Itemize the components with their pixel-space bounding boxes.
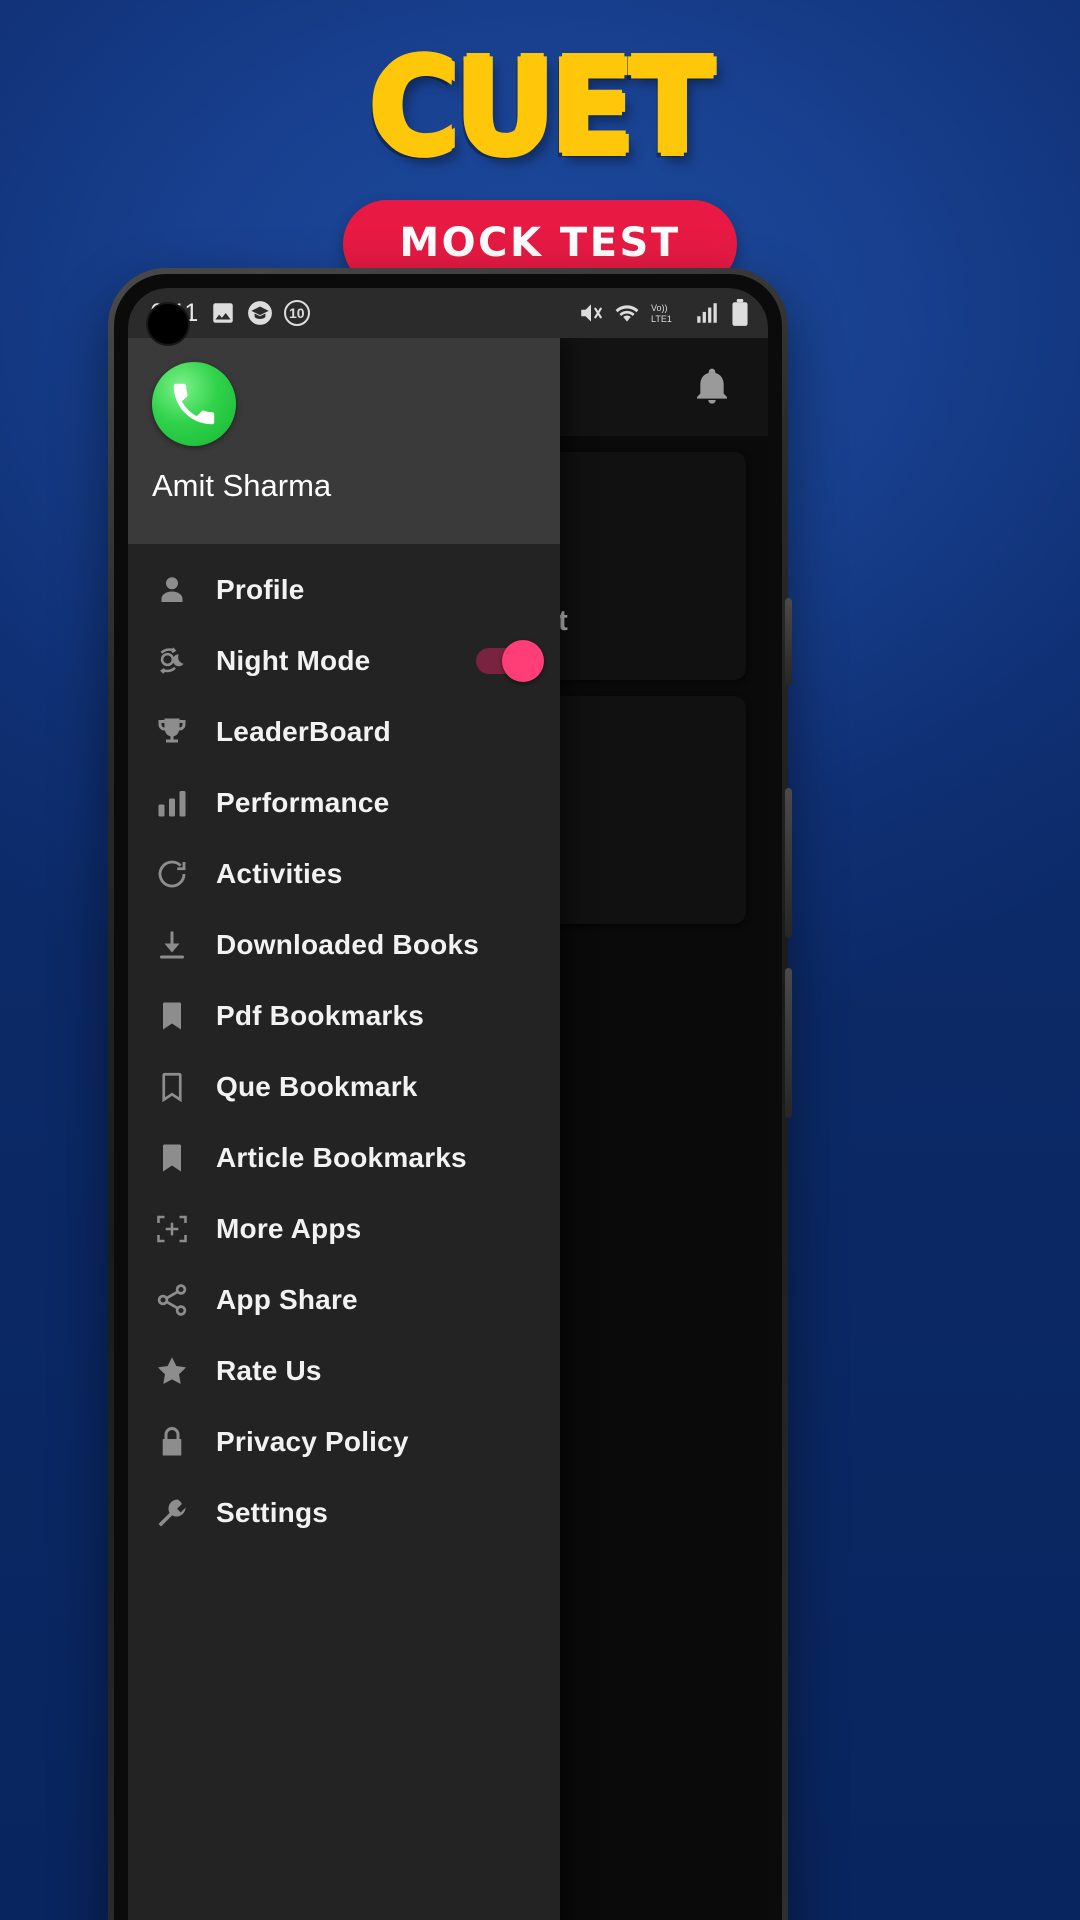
drawer-item-profile[interactable]: Profile — [128, 554, 560, 625]
refresh-icon — [154, 856, 208, 892]
toggle-knob — [502, 639, 544, 682]
phone-call-icon — [167, 377, 221, 431]
phone-inner-frame: 6:11 10 V — [114, 274, 782, 1920]
night-mode-icon — [154, 643, 208, 679]
phone-button-volume-up — [785, 788, 792, 938]
hero-header: CUET MOCK TEST — [0, 41, 1080, 288]
drawer-item-label: Profile — [216, 573, 305, 605]
mute-icon — [578, 300, 604, 326]
drawer-item-activities[interactable]: Activities — [128, 838, 560, 909]
bell-icon[interactable] — [692, 367, 732, 407]
more-apps-icon — [154, 1211, 208, 1247]
drawer-header: Amit Sharma — [128, 338, 560, 544]
lock-icon — [154, 1424, 208, 1460]
drawer-item-more-apps[interactable]: More Apps — [128, 1193, 560, 1264]
status-bar: 6:11 10 V — [128, 288, 768, 338]
wrench-icon — [154, 1495, 208, 1531]
drawer-item-label: Night Mode — [216, 644, 371, 676]
drawer-item-pdf-bookmarks[interactable]: Pdf Bookmarks — [128, 980, 560, 1051]
trophy-icon — [154, 714, 208, 750]
bookmark-filled-icon — [154, 1140, 208, 1176]
drawer-item-label: Privacy Policy — [216, 1425, 409, 1457]
bar-chart-icon — [154, 785, 208, 821]
person-icon — [154, 572, 208, 608]
image-icon — [210, 300, 236, 326]
drawer-item-label: Activities — [216, 857, 343, 889]
star-icon — [154, 1353, 208, 1389]
cuet-logo: CUET — [369, 29, 715, 185]
drawer-item-label: LeaderBoard — [216, 715, 391, 747]
signal-icon — [694, 300, 720, 326]
drawer-item-downloaded-books[interactable]: Downloaded Books — [128, 909, 560, 980]
drawer-item-que-bookmark[interactable]: Que Bookmark — [128, 1051, 560, 1122]
drawer-item-rate-us[interactable]: Rate Us — [128, 1335, 560, 1406]
bookmark-filled-icon — [154, 998, 208, 1034]
notification-count-badge: 10 — [283, 300, 310, 326]
drawer-item-label: Settings — [216, 1496, 329, 1528]
navigation-drawer: Amit Sharma Profile Night Mode LeaderBoa… — [128, 338, 560, 1920]
battery-icon — [730, 299, 750, 327]
drawer-item-leaderboard[interactable]: LeaderBoard — [128, 696, 560, 767]
drawer-item-label: Que Bookmark — [216, 1070, 418, 1102]
drawer-item-night-mode[interactable]: Night Mode — [128, 625, 560, 696]
drawer-item-label: Performance — [216, 786, 390, 818]
drawer-item-label: Downloaded Books — [216, 928, 479, 960]
bookmark-outline-icon — [154, 1069, 208, 1105]
drawer-item-label: Article Bookmarks — [216, 1141, 467, 1173]
phone-button-power — [785, 598, 792, 686]
drawer-item-label: App Share — [216, 1283, 358, 1315]
drawer-menu: Profile Night Mode LeaderBoard Performan… — [128, 544, 560, 1920]
share-icon — [154, 1282, 208, 1318]
phone-screen: 6:11 10 V — [128, 288, 768, 1920]
volte-icon: Vo)) LTE1 — [650, 300, 684, 326]
drawer-item-app-share[interactable]: App Share — [128, 1264, 560, 1335]
avatar[interactable] — [152, 362, 236, 446]
svg-text:LTE1: LTE1 — [651, 314, 672, 324]
drawer-item-label: Pdf Bookmarks — [216, 999, 424, 1031]
camera-punch-hole — [146, 302, 190, 346]
drawer-item-settings[interactable]: Settings — [128, 1477, 560, 1548]
phone-mockup: 6:11 10 V — [108, 268, 792, 1920]
drawer-item-privacy-policy[interactable]: Privacy Policy — [128, 1406, 560, 1477]
graduation-cap-icon — [247, 300, 273, 326]
drawer-item-performance[interactable]: Performance — [128, 767, 560, 838]
drawer-item-article-bookmarks[interactable]: Article Bookmarks — [128, 1122, 560, 1193]
night-mode-toggle[interactable] — [476, 639, 544, 682]
svg-text:Vo)): Vo)) — [651, 303, 668, 313]
drawer-item-label: More Apps — [216, 1212, 362, 1244]
download-icon — [154, 927, 208, 963]
drawer-item-label: Rate Us — [216, 1354, 322, 1386]
phone-button-volume-down — [785, 968, 792, 1118]
wifi-icon — [614, 300, 640, 326]
status-bar-right: Vo)) LTE1 — [578, 299, 750, 327]
drawer-user-name: Amit Sharma — [152, 468, 332, 503]
